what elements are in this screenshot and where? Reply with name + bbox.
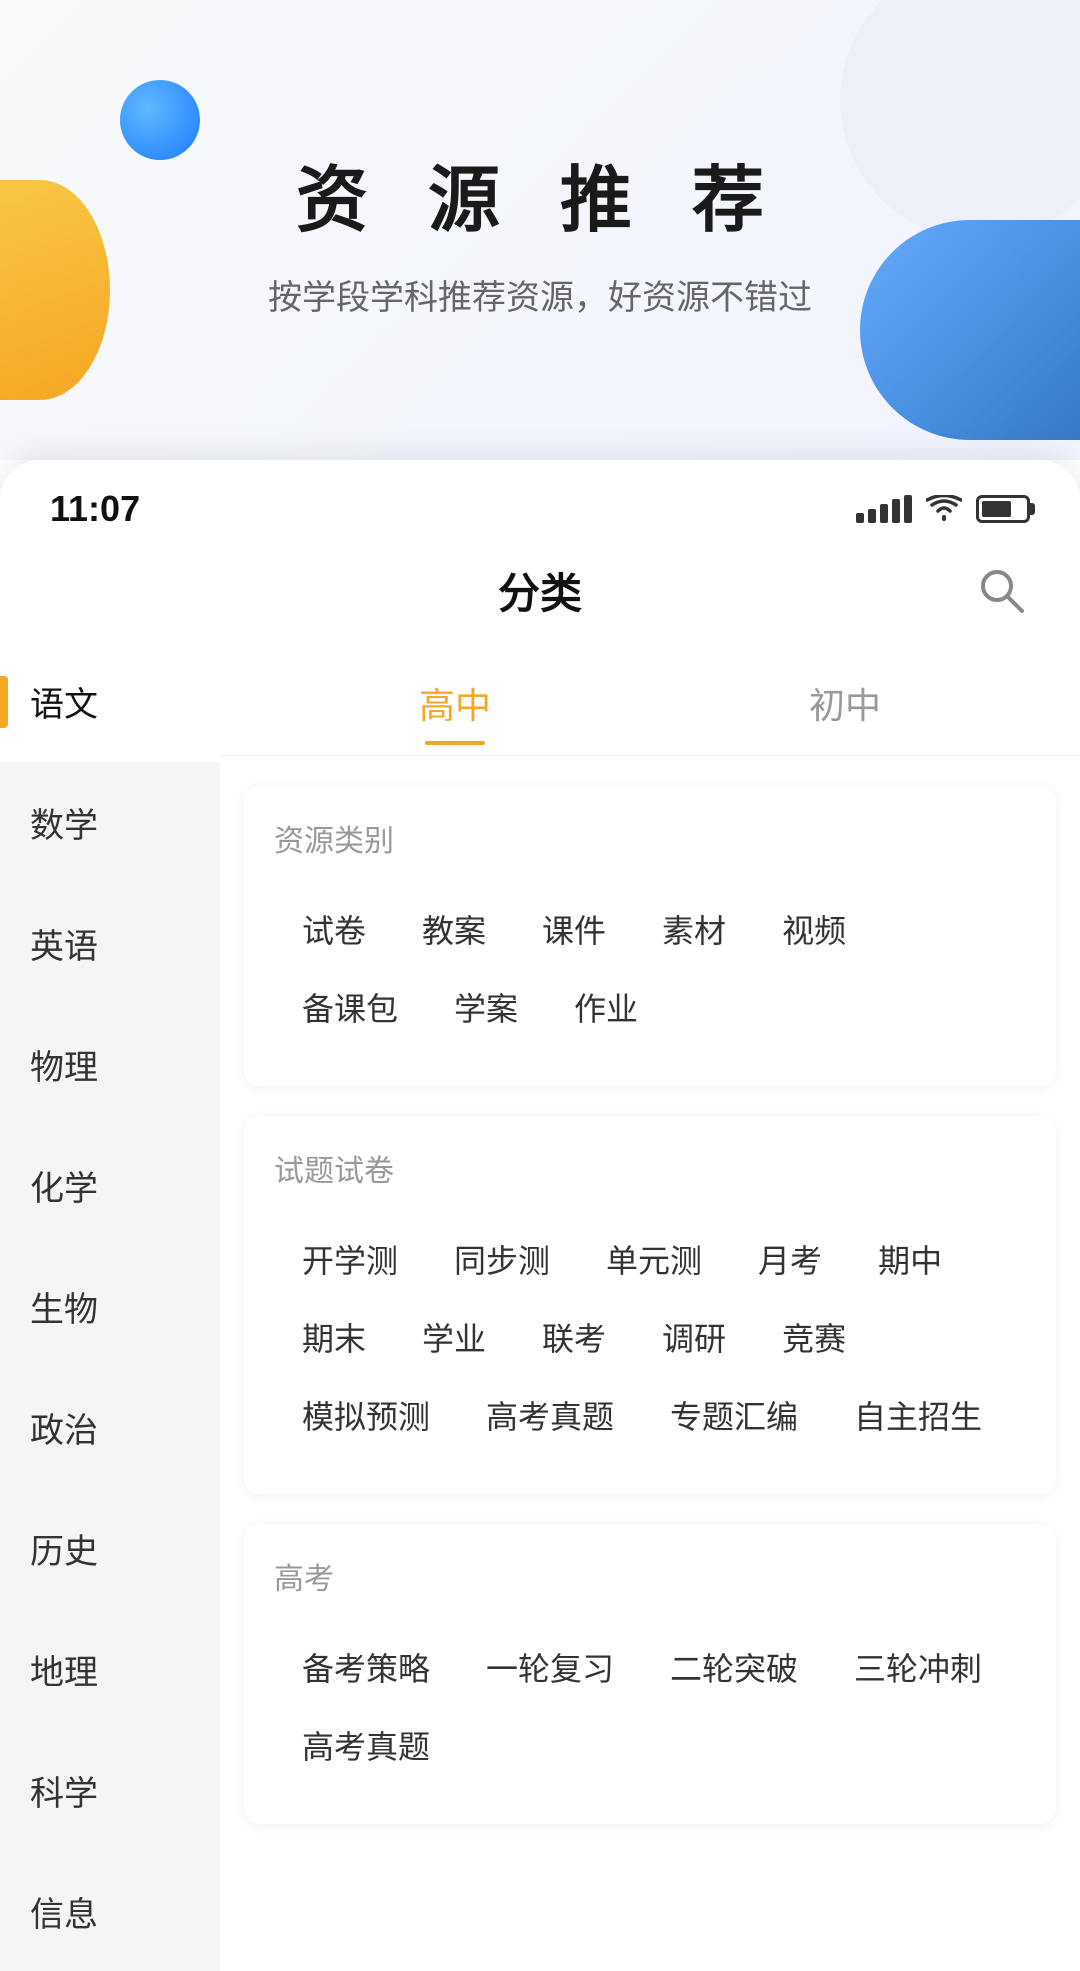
sidebar-item-huaxue[interactable]: 化学 xyxy=(0,1125,220,1246)
level-tabs: 高中 初中 xyxy=(220,641,1080,756)
phone-frame: 11:07 分类 xyxy=(0,460,1080,1971)
tag-jingsai[interactable]: 竞赛 xyxy=(754,1298,874,1376)
tag-tongbuce[interactable]: 同步测 xyxy=(426,1220,578,1298)
tag-liankao[interactable]: 联考 xyxy=(514,1298,634,1376)
tab-gaozhong[interactable]: 高中 xyxy=(260,661,650,745)
sidebar-item-shengwu[interactable]: 生物 xyxy=(0,1246,220,1367)
tag-kejian[interactable]: 课件 xyxy=(514,890,634,968)
main-content: 语文 数学 英语 物理 化学 生物 政治 历史 xyxy=(0,641,1080,1971)
tag-shijuan[interactable]: 试卷 xyxy=(274,890,394,968)
hero-title: 资 源 推 荐 xyxy=(296,141,784,246)
page-title: 分类 xyxy=(498,560,582,621)
search-icon xyxy=(976,565,1028,617)
sidebar-item-shuxue[interactable]: 数学 xyxy=(0,762,220,883)
exam-type-tags: 开学测 同步测 单元测 月考 期中 期末 学业 联考 调研 竞赛 模拟预测 高考… xyxy=(274,1220,1026,1454)
tag-danyuance[interactable]: 单元测 xyxy=(578,1220,730,1298)
tag-qimo[interactable]: 期末 xyxy=(274,1298,394,1376)
status-time: 11:07 xyxy=(50,488,140,530)
status-icons xyxy=(856,495,1030,523)
status-bar: 11:07 xyxy=(0,460,1080,540)
tag-beikebao[interactable]: 备课包 xyxy=(274,968,426,1046)
sidebar-item-yuwen[interactable]: 语文 xyxy=(0,641,220,762)
tag-gaokao-zhenti[interactable]: 高考真题 xyxy=(458,1376,642,1454)
tag-xueye[interactable]: 学业 xyxy=(394,1298,514,1376)
sidebar-item-yingyu[interactable]: 英语 xyxy=(0,883,220,1004)
bg-circle-top-right xyxy=(840,0,1080,240)
sidebar-item-zhengzhi[interactable]: 政治 xyxy=(0,1367,220,1488)
tag-erluntupo[interactable]: 二轮突破 xyxy=(642,1628,826,1706)
sidebar-item-xinxi[interactable]: 信息 xyxy=(0,1851,220,1971)
sidebar-item-lishi[interactable]: 历史 xyxy=(0,1488,220,1609)
hero-subtitle: 按学段学科推荐资源，好资源不错过 xyxy=(268,270,812,319)
resource-type-tags: 试卷 教案 课件 素材 视频 备课包 学案 作业 xyxy=(274,890,1026,1046)
gaokao-tags: 备考策略 一轮复习 二轮突破 三轮冲刺 高考真题 xyxy=(274,1628,1026,1784)
tag-diaoyan[interactable]: 调研 xyxy=(634,1298,754,1376)
yellow-half-decoration xyxy=(0,180,110,400)
tag-zizhuzhaousheng[interactable]: 自主招生 xyxy=(826,1376,1010,1454)
wifi-icon xyxy=(926,495,962,523)
gaokao-title: 高考 xyxy=(274,1554,1026,1598)
resource-type-section: 资源类别 试卷 教案 课件 素材 视频 备课包 学案 作业 xyxy=(244,786,1056,1086)
right-content-panel: 高中 初中 资源类别 试卷 教案 课件 素材 视频 备课包 学案 作业 xyxy=(220,641,1080,1971)
hero-section: 资 源 推 荐 按学段学科推荐资源，好资源不错过 xyxy=(0,0,1080,460)
blue-circle-bottom-right xyxy=(860,220,1080,440)
sidebar-item-kexue[interactable]: 科学 xyxy=(0,1730,220,1851)
tag-shipin[interactable]: 视频 xyxy=(754,890,874,968)
search-button[interactable] xyxy=(974,563,1030,619)
tag-jiaoan[interactable]: 教案 xyxy=(394,890,514,968)
top-navigation: 分类 xyxy=(0,540,1080,641)
subject-sidebar: 语文 数学 英语 物理 化学 生物 政治 历史 xyxy=(0,641,220,1971)
tag-moniyuce[interactable]: 模拟预测 xyxy=(274,1376,458,1454)
tag-kaixuece[interactable]: 开学测 xyxy=(274,1220,426,1298)
exam-type-title: 试题试卷 xyxy=(274,1146,1026,1190)
signal-icon xyxy=(856,495,912,523)
sidebar-item-wuli[interactable]: 物理 xyxy=(0,1004,220,1125)
exam-type-section: 试题试卷 开学测 同步测 单元测 月考 期中 期末 学业 联考 调研 竞赛 模拟… xyxy=(244,1116,1056,1494)
battery-icon xyxy=(976,495,1030,523)
tag-gaokao-zhenti2[interactable]: 高考真题 xyxy=(274,1706,458,1784)
resource-type-title: 资源类别 xyxy=(274,816,1026,860)
tab-chuzhong[interactable]: 初中 xyxy=(650,661,1040,745)
tag-zhuantihubain[interactable]: 专题汇编 xyxy=(642,1376,826,1454)
gaokao-section: 高考 备考策略 一轮复习 二轮突破 三轮冲刺 高考真题 xyxy=(244,1524,1056,1824)
tag-sucai[interactable]: 素材 xyxy=(634,890,754,968)
tag-beikaocelue[interactable]: 备考策略 xyxy=(274,1628,458,1706)
tag-zuoye[interactable]: 作业 xyxy=(546,968,666,1046)
tag-qizhong[interactable]: 期中 xyxy=(850,1220,970,1298)
blue-dot-decoration xyxy=(120,80,200,160)
tag-yuekao[interactable]: 月考 xyxy=(730,1220,850,1298)
sidebar-item-dili[interactable]: 地理 xyxy=(0,1609,220,1730)
tag-sanlunchongci[interactable]: 三轮冲刺 xyxy=(826,1628,1010,1706)
tag-xuean[interactable]: 学案 xyxy=(426,968,546,1046)
tag-yilunfuxi[interactable]: 一轮复习 xyxy=(458,1628,642,1706)
